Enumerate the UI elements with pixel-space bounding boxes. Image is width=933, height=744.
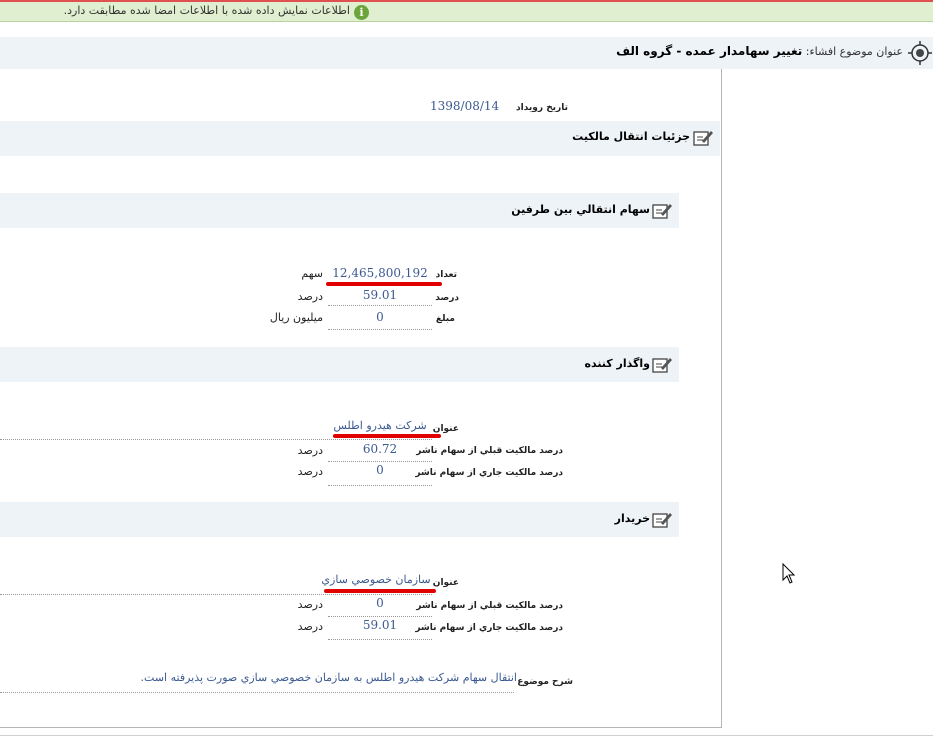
highlight-underline bbox=[333, 434, 441, 438]
field-underline bbox=[328, 461, 432, 462]
count-unit: سهم bbox=[301, 267, 323, 280]
field-underline bbox=[328, 639, 432, 640]
transferor-prev-value: 60.72 bbox=[362, 442, 398, 456]
subject-value: تغيير سهامدار عمده - گروه الف bbox=[616, 44, 803, 58]
percent-unit: درصد bbox=[297, 290, 323, 303]
target-icon bbox=[908, 41, 932, 65]
info-icon: i bbox=[354, 5, 369, 20]
amount-unit: ميليون ريال bbox=[269, 311, 323, 324]
transferor-curr-value: 0 bbox=[376, 463, 384, 477]
buyer-curr-unit: درصد bbox=[297, 620, 323, 633]
section-ownership-transfer-title: جزئيات انتقال مالكيت bbox=[572, 130, 690, 143]
field-underline bbox=[328, 616, 432, 617]
section-shares-title: سهام انتقالي بين طرفين bbox=[511, 203, 650, 216]
edit-icon bbox=[652, 513, 672, 528]
transferor-title-label: عنوان bbox=[432, 424, 459, 434]
field-underline bbox=[0, 439, 432, 440]
highlight-underline bbox=[326, 282, 442, 286]
page-bottom-line bbox=[0, 735, 933, 736]
field-underline bbox=[0, 594, 432, 595]
edit-icon bbox=[652, 204, 672, 219]
buyer-title-label: عنوان bbox=[432, 578, 459, 588]
subject-label: عنوان موضوع افشاء: bbox=[805, 45, 903, 58]
buyer-prev-label: درصد مالكيت قبلي از سهام ناشر bbox=[416, 601, 563, 611]
highlight-underline bbox=[324, 589, 436, 593]
section-transferor-title: واگذار كننده bbox=[584, 357, 650, 370]
buyer-prev-unit: درصد bbox=[297, 598, 323, 611]
info-message: اطلاعات نمایش داده شده با اطلاعات امضا ش… bbox=[63, 4, 350, 17]
count-label: تعداد bbox=[435, 270, 457, 280]
section-buyer-bar bbox=[0, 502, 679, 537]
subject-title: عنوان موضوع افشاء: تغيير سهامدار عمده - … bbox=[616, 44, 903, 58]
buyer-curr-label: درصد مالكيت جاري از سهام ناشر bbox=[415, 623, 563, 633]
content-panel-border bbox=[721, 69, 722, 728]
section-transferor-bar bbox=[0, 347, 679, 382]
description-label: شرح موضوع bbox=[517, 677, 573, 687]
count-value: 12,465,800,192 bbox=[332, 266, 428, 280]
transferor-curr-unit: درصد bbox=[297, 465, 323, 478]
transferor-title-value: شركت هيدرو اطلس bbox=[333, 419, 427, 432]
event-date-value: 1398/08/14 bbox=[430, 99, 500, 113]
percent-label: درصد bbox=[435, 293, 459, 303]
transferor-prev-unit: درصد bbox=[297, 444, 323, 457]
field-underline bbox=[328, 485, 432, 486]
amount-label: مبلغ bbox=[435, 314, 455, 324]
field-underline bbox=[328, 305, 432, 306]
buyer-title-value: سازمان خصوصي سازي bbox=[321, 573, 431, 586]
edit-icon bbox=[693, 131, 713, 146]
mouse-cursor-icon bbox=[782, 563, 796, 584]
percent-value: 59.01 bbox=[362, 288, 398, 302]
info-bar: i اطلاعات نمایش داده شده با اطلاعات امضا… bbox=[0, 2, 933, 22]
field-underline bbox=[0, 692, 514, 693]
section-buyer-title: خريدار bbox=[614, 512, 650, 525]
event-date-label: تاريخ رويداد bbox=[516, 103, 568, 113]
buyer-prev-value: 0 bbox=[376, 596, 384, 610]
description-value: انتقال سهام شركت هيدرو اطلس به سازمان خص… bbox=[140, 671, 517, 684]
content-panel-bottom bbox=[0, 727, 722, 728]
buyer-curr-value: 59.01 bbox=[362, 618, 398, 632]
transferor-prev-label: درصد مالكيت قبلي از سهام ناشر bbox=[416, 446, 563, 456]
edit-icon bbox=[652, 358, 672, 373]
field-underline bbox=[328, 329, 432, 330]
amount-value: 0 bbox=[376, 310, 384, 324]
transferor-curr-label: درصد مالكيت جاري از سهام ناشر bbox=[415, 468, 563, 478]
